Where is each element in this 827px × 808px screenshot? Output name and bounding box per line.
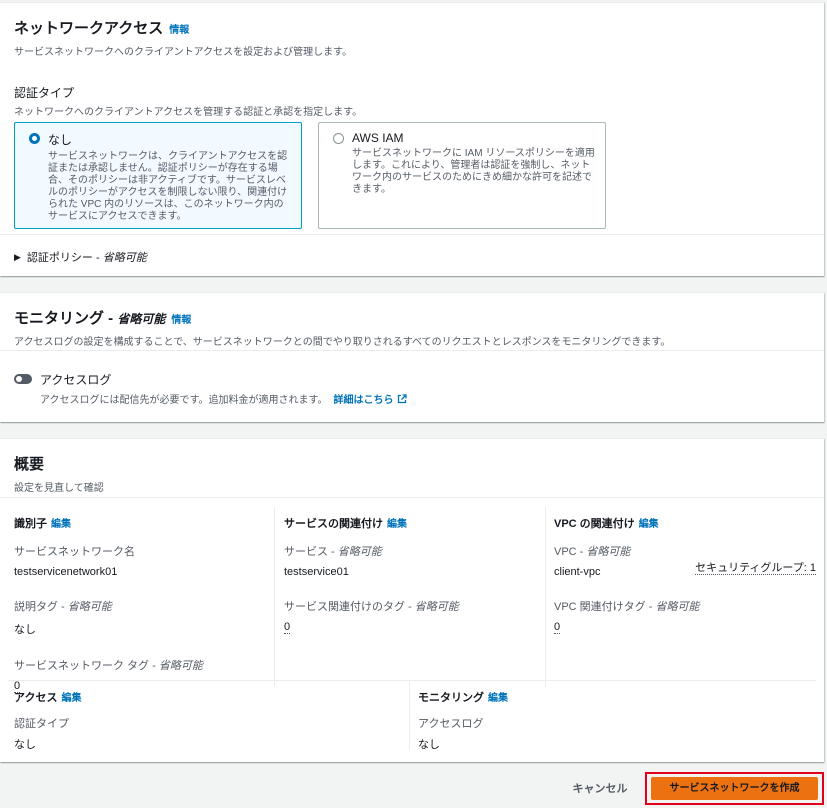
service-association-tag-label: サービス関連付けのタグ - 省略可能 xyxy=(284,601,459,613)
auth-policy-expander[interactable]: ▶ 認証ポリシー - 省略可能 xyxy=(14,249,147,265)
monitoring-title: モニタリング - 省略可能 情報 xyxy=(14,310,192,327)
auth-type-description: ネットワークへのクライアントアクセスを管理する認証と承認を指定します。 xyxy=(14,107,363,118)
network-access-description: サービスネットワークへのクライアントアクセスを設定および管理します。 xyxy=(14,47,353,58)
access-edit-link[interactable]: 編集 xyxy=(61,689,81,704)
service-association-title: サービスの関連付け xyxy=(284,518,383,530)
vpc-association-edit-link[interactable]: 編集 xyxy=(639,515,659,530)
create-service-network-button[interactable]: サービスネットワークを作成 xyxy=(651,777,818,800)
caret-right-icon: ▶ xyxy=(14,251,21,262)
network-access-panel: ネットワークアクセス 情報 サービスネットワークへのクライアントアクセスを設定お… xyxy=(0,2,824,276)
access-auth-type-value: なし xyxy=(14,739,36,751)
auth-option-none-tile[interactable]: なし サービスネットワークは、クライアントアクセスを認証または承認しません。認証… xyxy=(14,122,302,229)
auth-option-iam-title: AWS IAM xyxy=(352,131,404,145)
service-label: サービス - 省略可能 xyxy=(284,546,382,558)
access-title: アクセス xyxy=(14,692,58,704)
description-tag-label: 説明タグ - 省略可能 xyxy=(14,601,112,613)
vpc-label: VPC - 省略可能 xyxy=(554,546,631,558)
external-link-icon xyxy=(397,393,407,403)
divider xyxy=(0,234,824,235)
identifier-title: 識別子 xyxy=(14,518,47,530)
service-network-name-label: サービスネットワーク名 xyxy=(14,546,135,558)
summary-title: 概要 xyxy=(14,456,45,473)
learn-more-link[interactable]: 詳細はこちら xyxy=(334,391,407,406)
auth-option-iam-radio[interactable] xyxy=(333,133,344,144)
summary-access-log-value: なし xyxy=(418,739,440,751)
auth-option-none-radio[interactable] xyxy=(29,133,40,144)
service-association-tag-count[interactable]: 0 xyxy=(284,621,291,634)
summary-panel: 概要 設定を見直して確認 識別子 編集 サービスネットワーク名 testserv… xyxy=(0,438,824,762)
service-value: testservice01 xyxy=(284,566,349,578)
auth-type-label: 認証タイプ xyxy=(14,86,75,100)
divider xyxy=(0,350,824,351)
summary-identifier-section: 識別子 編集 サービスネットワーク名 testservicenetwork01 … xyxy=(0,507,275,693)
security-group-link[interactable]: セキュリティグループ: 1 xyxy=(695,562,816,575)
cancel-button[interactable]: キャンセル xyxy=(565,778,635,800)
summary-monitoring-edit-link[interactable]: 編集 xyxy=(488,689,508,704)
network-access-title: ネットワークアクセス 情報 xyxy=(14,20,190,37)
access-log-toggle[interactable] xyxy=(14,374,32,384)
identifier-edit-link[interactable]: 編集 xyxy=(51,515,71,530)
service-network-tag-label: サービスネットワーク タグ - 省略可能 xyxy=(14,660,203,672)
auth-option-none-title: なし xyxy=(48,133,73,147)
summary-access-log-label: アクセスログ xyxy=(418,718,484,730)
summary-monitoring-section: モニタリング 編集 アクセスログ なし xyxy=(410,681,824,752)
access-log-label: アクセスログ xyxy=(40,373,112,387)
auth-option-iam-tile[interactable]: AWS IAM サービスネットワークに IAM リソースポリシーを適用します。こ… xyxy=(318,122,606,229)
service-network-name-value: testservicenetwork01 xyxy=(14,566,118,578)
summary-monitoring-title: モニタリング xyxy=(418,692,484,704)
divider xyxy=(0,497,824,498)
summary-description: 設定を見直して確認 xyxy=(14,483,104,494)
access-log-description: アクセスログには配信先が必要です。追加料金が適用されます。 xyxy=(40,395,328,406)
vpc-association-tag-label: VPC 関連付けタグ - 省略可能 xyxy=(554,601,700,613)
monitoring-panel: モニタリング - 省略可能 情報 アクセスログの設定を構成することで、サービスネ… xyxy=(0,292,824,422)
vpc-association-title: VPC の関連付け xyxy=(554,518,635,530)
summary-vpc-association-section: VPC の関連付け 編集 VPC - 省略可能 client-vpc セキュリテ… xyxy=(546,507,824,687)
auth-option-none-text: サービスネットワークは、クライアントアクセスを認証または承認しません。認証ポリシ… xyxy=(48,151,288,222)
vpc-association-tag-count[interactable]: 0 xyxy=(554,621,561,634)
service-association-edit-link[interactable]: 編集 xyxy=(387,515,407,530)
access-log-toggle-row: アクセスログ アクセスログには配信先が必要です。追加料金が適用されます。 詳細は… xyxy=(14,371,407,406)
monitoring-info-link[interactable]: 情報 xyxy=(171,311,191,326)
network-access-info-link[interactable]: 情報 xyxy=(169,21,189,36)
access-auth-type-label: 認証タイプ xyxy=(14,718,69,730)
monitoring-description: アクセスログの設定を構成することで、サービスネットワークとの間でやり取りされるす… xyxy=(14,337,671,348)
auth-type-field: 認証タイプ ネットワークへのクライアントアクセスを管理する認証と承認を指定します… xyxy=(0,84,824,229)
description-tag-value: なし xyxy=(14,624,36,636)
summary-service-association-section: サービスの関連付け 編集 サービス - 省略可能 testservice01 サ… xyxy=(275,507,546,687)
summary-access-section: アクセス 編集 認証タイプ なし xyxy=(0,681,410,751)
auth-option-iam-text: サービスネットワークに IAM リソースポリシーを適用します。これにより、管理者… xyxy=(352,148,595,195)
